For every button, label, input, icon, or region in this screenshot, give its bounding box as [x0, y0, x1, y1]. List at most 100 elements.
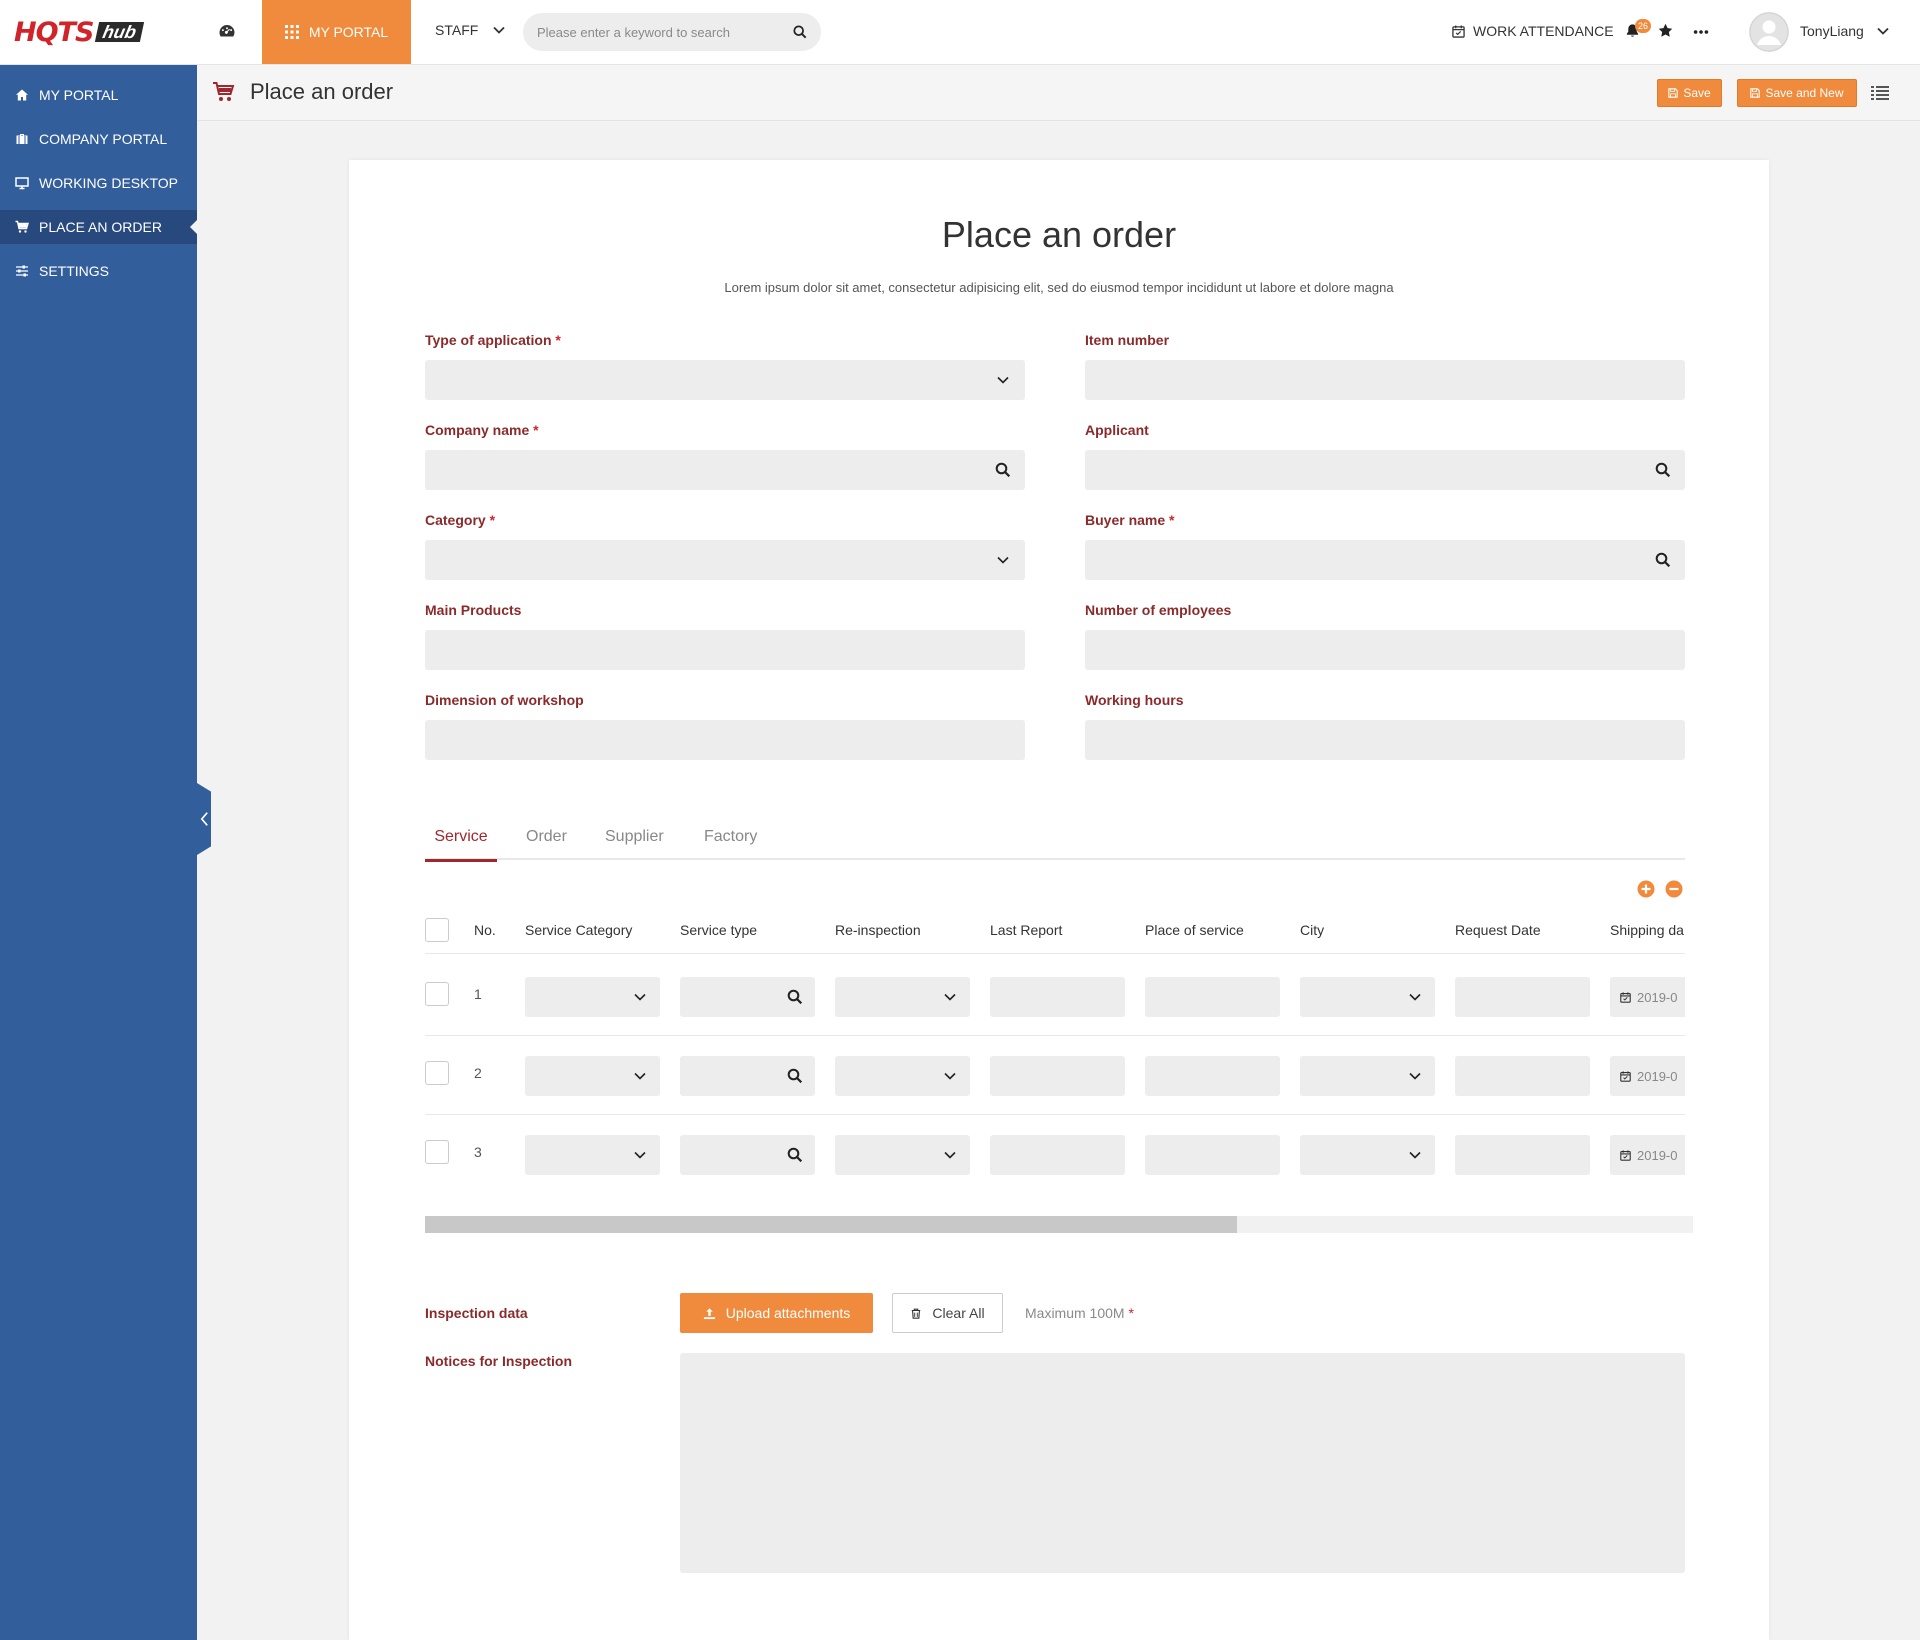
save-and-new-button[interactable]: Save and New — [1737, 79, 1857, 107]
request-date-field[interactable] — [1455, 1135, 1590, 1175]
city-select[interactable] — [1300, 977, 1435, 1017]
my-portal-label: MY PORTAL — [308, 24, 389, 40]
service-category-select[interactable] — [525, 1056, 660, 1096]
working-hours-field[interactable] — [1085, 720, 1685, 760]
upload-attachments-button[interactable]: Upload attachments — [680, 1293, 873, 1333]
tab-service[interactable]: Service — [425, 820, 497, 862]
dashboard-icon[interactable] — [218, 22, 240, 44]
top-bar: HQTS hub MY PORTAL STAFF WORK ATTENDANCE… — [0, 0, 1920, 65]
hqts-hub-logo[interactable]: HQTS hub — [14, 17, 145, 48]
service-category-select[interactable] — [525, 977, 660, 1017]
sliders-icon — [16, 265, 28, 277]
shipping-date-field[interactable]: 2019-0 — [1610, 1135, 1685, 1175]
re-inspection-select[interactable] — [835, 1135, 970, 1175]
row-checkbox[interactable] — [425, 982, 449, 1006]
save-button[interactable]: Save — [1657, 79, 1722, 107]
floppy-icon — [1750, 88, 1761, 98]
work-attendance-link[interactable]: WORK ATTENDANCE — [1452, 23, 1614, 39]
list-view-icon[interactable] — [1871, 85, 1889, 101]
search-input[interactable] — [537, 24, 793, 40]
label-text: Company name — [425, 422, 530, 438]
calendar-icon — [1452, 24, 1465, 38]
username: TonyLiang — [1800, 23, 1864, 39]
row-checkbox[interactable] — [425, 1140, 449, 1164]
form-subtitle: Lorem ipsum dolor sit amet, consectetur … — [724, 280, 1394, 295]
user-menu[interactable]: TonyLiang — [1800, 23, 1890, 39]
place-of-service-field[interactable] — [1145, 1056, 1280, 1096]
last-report-field[interactable] — [990, 1135, 1125, 1175]
calendar-icon — [1620, 991, 1631, 1003]
search-icon[interactable] — [787, 1068, 803, 1084]
re-inspection-select[interactable] — [835, 1056, 970, 1096]
last-report-field[interactable] — [990, 1056, 1125, 1096]
type-of-application-select[interactable] — [425, 360, 1025, 400]
search-icon[interactable] — [793, 25, 807, 39]
service-type-lookup[interactable] — [680, 977, 815, 1017]
city-select[interactable] — [1300, 1056, 1435, 1096]
sidebar-item-place-an-order[interactable]: PLACE AN ORDER — [0, 210, 197, 244]
shipping-date-field[interactable]: 2019-0 — [1610, 1056, 1685, 1096]
star-icon[interactable] — [1658, 23, 1676, 41]
category-select[interactable] — [425, 540, 1025, 580]
required-mark: * — [533, 422, 539, 438]
table-horizontal-scrollbar[interactable] — [425, 1216, 1693, 1233]
select-all-checkbox[interactable] — [425, 918, 449, 942]
staff-dropdown[interactable]: STAFF — [435, 22, 506, 38]
sidebar-item-settings[interactable]: SETTINGS — [0, 254, 197, 288]
column-header-request-date: Request Date — [1455, 922, 1541, 938]
place-of-service-field[interactable] — [1145, 1135, 1280, 1175]
notices-for-inspection-textarea[interactable] — [680, 1353, 1685, 1573]
request-date-field[interactable] — [1455, 1056, 1590, 1096]
company-name-lookup[interactable] — [425, 450, 1025, 490]
request-date-field[interactable] — [1455, 977, 1590, 1017]
last-report-field[interactable] — [990, 977, 1125, 1017]
row-divider — [425, 1035, 1685, 1036]
search-icon[interactable] — [787, 1147, 803, 1163]
search-icon[interactable] — [995, 462, 1011, 478]
search-icon[interactable] — [1655, 552, 1671, 568]
sidebar-collapse-toggle[interactable] — [197, 783, 211, 855]
more-icon[interactable] — [1692, 24, 1712, 40]
dimension-of-workshop-field[interactable] — [425, 720, 1025, 760]
tab-supplier[interactable]: Supplier — [605, 820, 664, 860]
my-portal-tab[interactable]: MY PORTAL — [262, 0, 411, 64]
item-number-field[interactable] — [1085, 360, 1685, 400]
sidebar-item-label: MY PORTAL — [39, 87, 119, 103]
service-category-select[interactable] — [525, 1135, 660, 1175]
cart-icon — [212, 81, 236, 103]
save-and-new-label: Save and New — [1765, 86, 1844, 100]
upload-icon — [703, 1307, 715, 1319]
sidebar-item-my-portal[interactable]: MY PORTAL — [0, 78, 197, 112]
shipping-date-field[interactable]: 2019-0 — [1610, 977, 1685, 1017]
sidebar-item-working-desktop[interactable]: WORKING DESKTOP — [0, 166, 197, 200]
tab-order[interactable]: Order — [526, 820, 567, 860]
search-icon[interactable] — [1655, 462, 1671, 478]
add-row-icon[interactable] — [1637, 880, 1655, 898]
remove-row-icon[interactable] — [1665, 880, 1683, 898]
notices-for-inspection-label: Notices for Inspection — [425, 1353, 573, 1369]
sidebar-item-company-portal[interactable]: COMPANY PORTAL — [0, 122, 197, 156]
chevron-down-icon — [1409, 1151, 1421, 1159]
trash-icon — [912, 1308, 921, 1319]
clear-all-button[interactable]: Clear All — [892, 1293, 1003, 1333]
page-title: Place an order — [250, 79, 394, 104]
service-type-lookup[interactable] — [680, 1056, 815, 1096]
avatar[interactable] — [1749, 12, 1789, 52]
main-products-field[interactable] — [425, 630, 1025, 670]
tab-factory[interactable]: Factory — [704, 820, 757, 860]
chevron-down-icon — [944, 993, 956, 1001]
re-inspection-select[interactable] — [835, 977, 970, 1017]
scrollbar-thumb[interactable] — [425, 1216, 1237, 1233]
applicant-lookup[interactable] — [1085, 450, 1685, 490]
number-of-employees-field[interactable] — [1085, 630, 1685, 670]
buyer-name-lookup[interactable] — [1085, 540, 1685, 580]
row-checkbox[interactable] — [425, 1061, 449, 1085]
column-header-shipping-date: Shipping da — [1610, 922, 1684, 938]
column-header-no: No. — [474, 922, 496, 938]
label-text: Item number — [1085, 332, 1170, 348]
calendar-icon — [1620, 1070, 1631, 1082]
search-icon[interactable] — [787, 989, 803, 1005]
place-of-service-field[interactable] — [1145, 977, 1280, 1017]
service-type-lookup[interactable] — [680, 1135, 815, 1175]
city-select[interactable] — [1300, 1135, 1435, 1175]
